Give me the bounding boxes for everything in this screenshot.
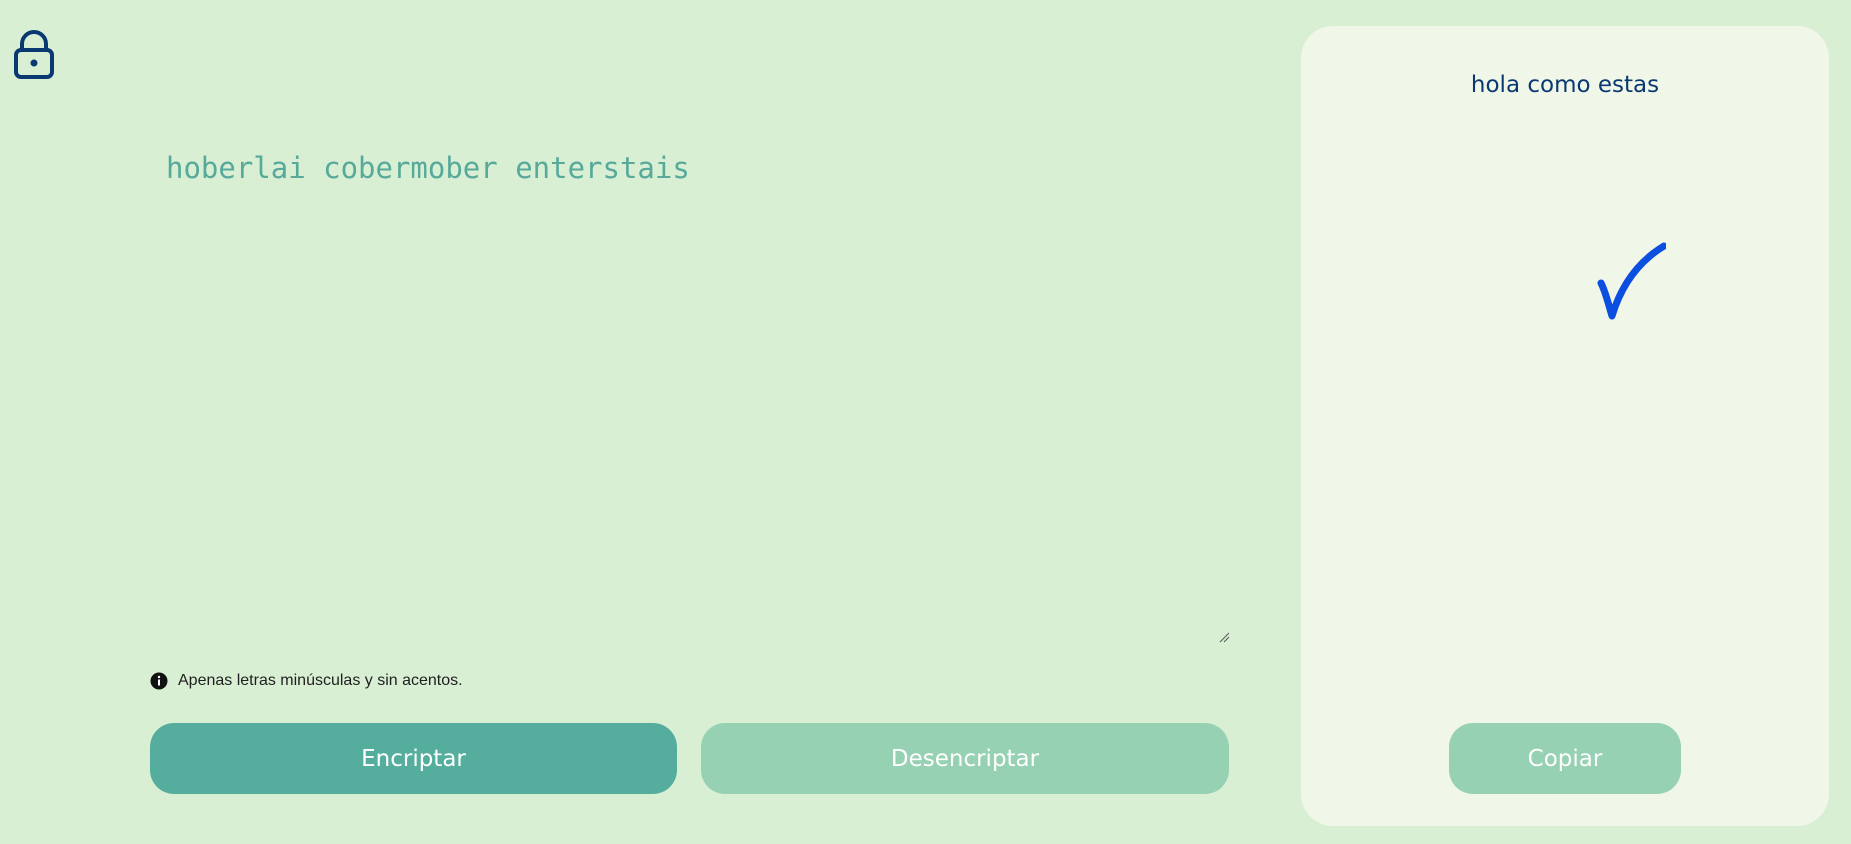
output-text: hola como estas xyxy=(1470,72,1660,98)
output-panel: hola como estas Copiar xyxy=(1301,26,1829,826)
input-area xyxy=(150,120,1230,643)
input-hint-text: Apenas letras minúsculas y sin acentos. xyxy=(178,672,463,689)
copy-button[interactable]: Copiar xyxy=(1449,723,1681,794)
resize-handle-icon[interactable] xyxy=(1218,628,1230,643)
encrypt-button[interactable]: Encriptar xyxy=(150,723,677,794)
info-circle-icon xyxy=(150,672,168,690)
checkmark-icon xyxy=(1596,241,1668,326)
lock-icon xyxy=(14,30,54,80)
input-hint: Apenas letras minúsculas y sin acentos. xyxy=(150,671,463,691)
message-input[interactable] xyxy=(150,120,1230,640)
decrypt-button[interactable]: Desencriptar xyxy=(701,723,1229,794)
